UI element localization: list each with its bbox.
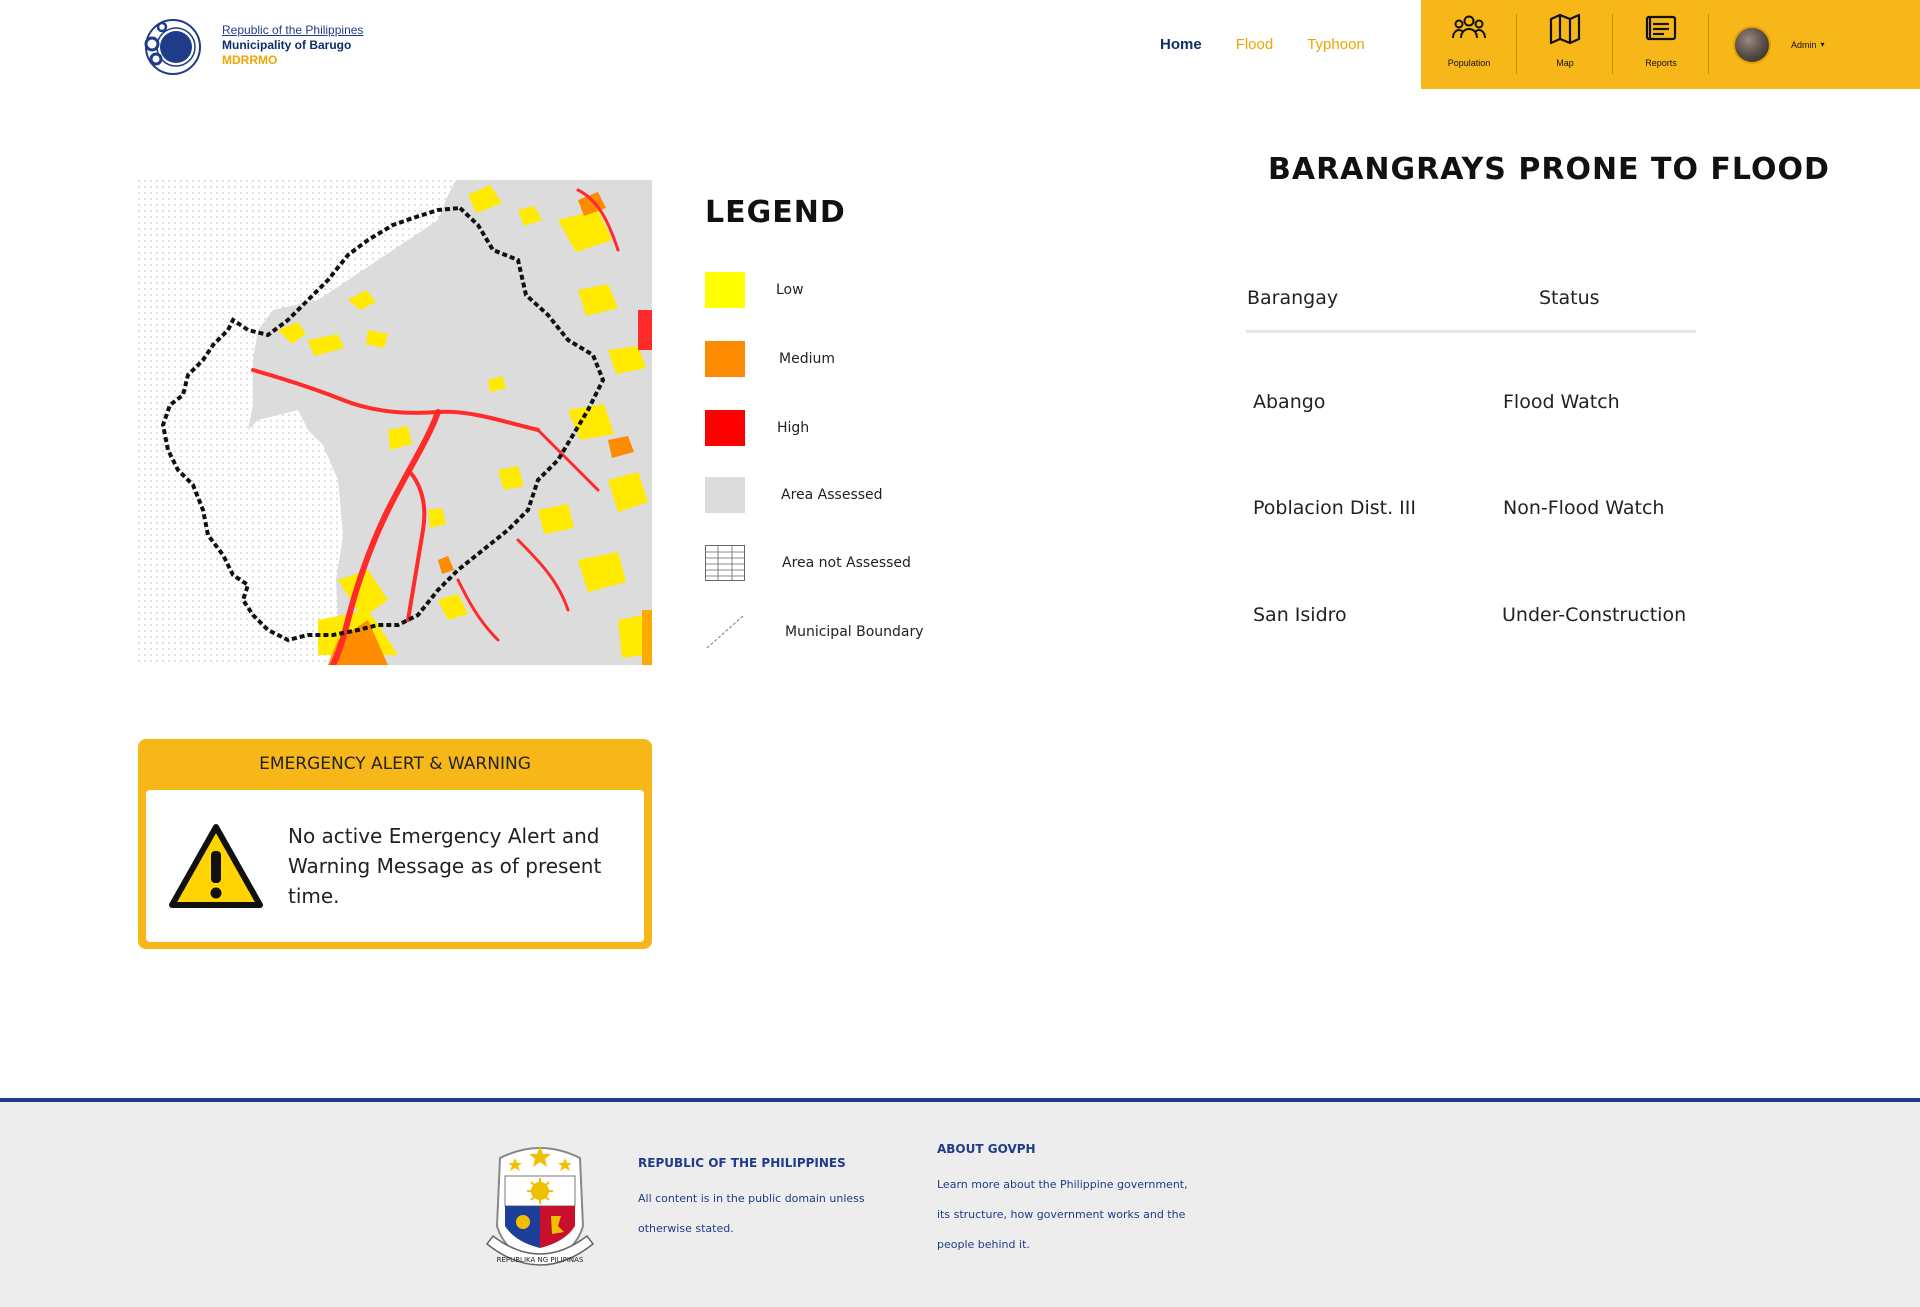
reports-icon	[1645, 15, 1677, 41]
toolbar: Population Map Reports Admin ▾	[1421, 0, 1920, 89]
footer-about-line3: people behind it.	[937, 1238, 1030, 1251]
emergency-alert-panel: EMERGENCY ALERT & WARNING No active Emer…	[138, 739, 652, 949]
legend-low: Low	[705, 272, 804, 308]
seal-text: REPUBLIKA NG PILIPINAS	[497, 1256, 584, 1264]
col-barangay-header: Barangay	[1247, 287, 1339, 309]
legend-high: High	[705, 410, 809, 446]
table-row-barangay: San Isidro	[1253, 604, 1347, 626]
table-row-status: Under-Construction	[1502, 604, 1687, 626]
reports-label: Reports	[1645, 58, 1677, 68]
medium-swatch	[705, 341, 745, 377]
legend-assessed-label: Area Assessed	[781, 487, 883, 503]
footer-about-line1: Learn more about the Philippine governme…	[937, 1178, 1188, 1191]
main-nav: Home Flood Typhoon	[1160, 36, 1399, 53]
footer-about-line2: its structure, how government works and …	[937, 1208, 1186, 1221]
legend-low-label: Low	[776, 282, 804, 298]
user-name[interactable]: Admin	[1791, 40, 1817, 50]
user-menu[interactable]: Admin ▾	[1709, 0, 1920, 89]
hatch-grid-icon	[705, 545, 745, 581]
footer-about-heading[interactable]: ABOUT GOVPH	[937, 1142, 1188, 1156]
alert-title: EMERGENCY ALERT & WARNING	[259, 754, 531, 774]
alert-body: No active Emergency Alert and Warning Me…	[146, 790, 644, 942]
header: Republic of the Philippines Municipality…	[0, 0, 1920, 89]
map-button[interactable]: Map	[1517, 0, 1613, 89]
footer-col-about: ABOUT GOVPH Learn more about the Philipp…	[937, 1142, 1188, 1260]
nav-typhoon[interactable]: Typhoon	[1307, 36, 1365, 53]
legend-medium: Medium	[705, 341, 835, 377]
table-row-barangay: Abango	[1253, 391, 1326, 413]
site-logo[interactable]: Republic of the Philippines Municipality…	[140, 14, 363, 76]
legend-title: LEGEND	[705, 195, 846, 230]
footer-republic-heading: REPUBLIC OF THE PHILIPPINES	[638, 1156, 846, 1170]
logo-municipality-text: Municipality of Barugo	[222, 37, 352, 52]
table-header-divider	[1246, 330, 1696, 333]
table-title: BARANGRAYS PRONE TO FLOOD	[1268, 152, 1830, 187]
legend-not-assessed-label: Area not Assessed	[782, 555, 911, 571]
low-swatch	[705, 272, 745, 308]
philippine-seal-icon: REPUBLIKA NG PILIPINAS	[485, 1146, 595, 1266]
population-label: Population	[1447, 58, 1491, 68]
nav-home[interactable]: Home	[1160, 36, 1202, 53]
high-swatch	[705, 410, 745, 446]
flood-map-image	[138, 180, 652, 665]
avatar[interactable]	[1733, 25, 1771, 64]
logo-mdrrmo-text: MDRRMO	[222, 52, 278, 67]
logo-republic-text[interactable]: Republic of the Philippines	[222, 23, 363, 38]
footer-col-republic: REPUBLIC OF THE PHILIPPINES All content …	[638, 1156, 865, 1244]
legend-boundary: Municipal Boundary	[705, 614, 924, 650]
footer: REPUBLIKA NG PILIPINAS REPUBLIC OF THE P…	[0, 1098, 1920, 1307]
population-button[interactable]: Population	[1421, 0, 1517, 89]
legend-boundary-label: Municipal Boundary	[785, 624, 924, 640]
nav-flood[interactable]: Flood	[1236, 36, 1274, 53]
boundary-line-icon	[706, 615, 744, 649]
table-row-barangay: Poblacion Dist. III	[1253, 497, 1416, 519]
map-icon	[1549, 13, 1581, 45]
people-icon	[1452, 15, 1486, 39]
legend-medium-label: Medium	[779, 351, 835, 367]
footer-republic-line1: All content is in the public domain unle…	[638, 1192, 865, 1205]
table-row-status: Flood Watch	[1503, 391, 1620, 413]
alert-message: No active Emergency Alert and Warning Me…	[288, 824, 602, 908]
map-label: Map	[1556, 58, 1574, 68]
legend-assessed: Area Assessed	[705, 477, 883, 513]
flood-hazard-map[interactable]	[138, 180, 652, 665]
reports-button[interactable]: Reports	[1613, 0, 1709, 89]
mdrrmo-logo-icon	[144, 19, 201, 75]
table-row-status: Non-Flood Watch	[1503, 497, 1665, 519]
footer-republic-line2: otherwise stated.	[638, 1222, 734, 1235]
warning-icon	[169, 824, 263, 908]
chevron-down-icon[interactable]: ▾	[1821, 40, 1825, 49]
col-status-header: Status	[1539, 287, 1600, 309]
assessed-swatch	[705, 477, 745, 513]
legend-not-assessed: Area not Assessed	[705, 545, 911, 581]
legend-high-label: High	[777, 420, 810, 436]
